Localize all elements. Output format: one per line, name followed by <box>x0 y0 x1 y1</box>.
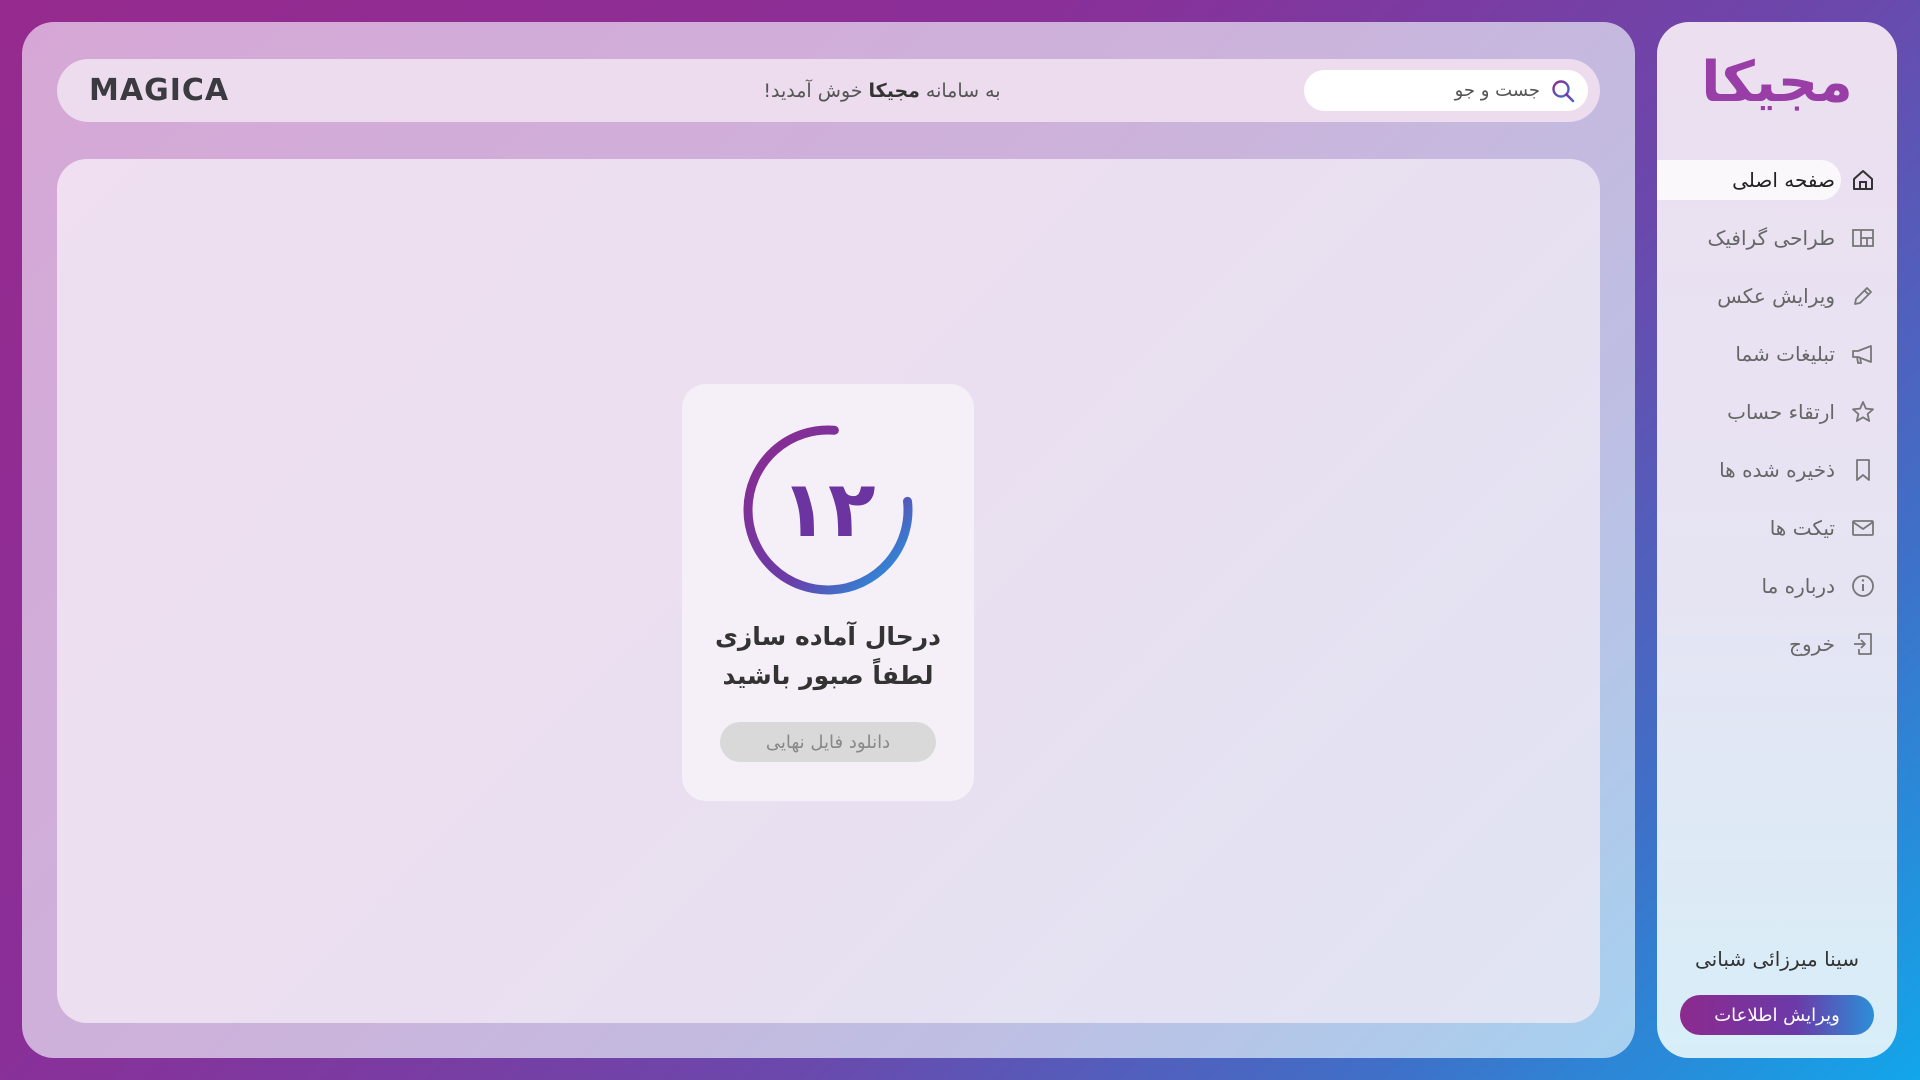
logout-icon <box>1854 633 1872 655</box>
sidebar-item-home[interactable]: صفحه اصلی <box>1657 158 1897 202</box>
welcome-suffix: خوش آمدید! <box>763 79 863 102</box>
top-bar: MAGICA به سامانه مجیکا خوش آمدید! <box>57 59 1600 122</box>
layout-icon <box>1852 229 1874 247</box>
mail-icon <box>1852 520 1874 536</box>
sidebar-item-label: درباره ما <box>1761 574 1835 598</box>
sidebar-item-label: تیکت ها <box>1769 516 1835 540</box>
progress-card: ۱۲ درحال آماده سازی لطفاً صبور باشید دان… <box>682 384 974 801</box>
search-box[interactable] <box>1304 70 1588 111</box>
bookmark-icon <box>1856 459 1870 481</box>
edit-profile-button[interactable]: ویرایش اطلاعات <box>1680 995 1874 1035</box>
home-icon <box>1853 170 1873 190</box>
sidebar: مجیکا صفحه اصلی طراحی گرافیک ویرایش عکس … <box>1657 22 1897 1058</box>
status-preparing: درحال آماده سازی <box>714 622 942 651</box>
sidebar-item-upgrade[interactable]: ارتقاء حساب <box>1657 390 1897 434</box>
sidebar-item-label: ارتقاء حساب <box>1727 400 1835 424</box>
countdown-number: ۱۲ <box>780 465 876 555</box>
sidebar-item-graphic-design[interactable]: طراحی گرافیک <box>1657 216 1897 260</box>
download-final-button[interactable]: دانلود فایل نهایی <box>720 722 936 762</box>
sidebar-item-label: طراحی گرافیک <box>1707 226 1835 250</box>
welcome-prefix: به سامانه <box>925 79 1001 102</box>
user-name: سینا میرزائی شبانی <box>1695 947 1859 971</box>
welcome-message: به سامانه مجیکا خوش آمدید! <box>657 59 1107 122</box>
sidebar-item-ads[interactable]: تبلیغات شما <box>1657 332 1897 376</box>
logo-text: MAGICA <box>89 72 230 108</box>
status-please-wait: لطفاً صبور باشید <box>722 661 934 690</box>
pencil-icon <box>1854 287 1872 305</box>
sidebar-item-saved[interactable]: ذخیره شده ها <box>1657 448 1897 492</box>
sidebar-item-label: صفحه اصلی <box>1732 168 1835 192</box>
sidebar-item-about[interactable]: درباره ما <box>1657 564 1897 608</box>
star-icon <box>1852 401 1874 422</box>
sidebar-item-photo-edit[interactable]: ویرایش عکس <box>1657 274 1897 318</box>
content-area: ۱۲ درحال آماده سازی لطفاً صبور باشید دان… <box>57 159 1600 1023</box>
sidebar-item-label: ذخیره شده ها <box>1719 458 1835 482</box>
sidebar-item-label: تبلیغات شما <box>1735 342 1835 366</box>
sidebar-item-label: ویرایش عکس <box>1717 284 1835 308</box>
magica-logo[interactable]: MAGICA <box>89 71 239 109</box>
main-panel: MAGICA به سامانه مجیکا خوش آمدید! جست و … <box>22 22 1635 1058</box>
sidebar-item-label: خروج <box>1789 632 1835 656</box>
sidebar-item-logout[interactable]: خروج <box>1657 622 1897 666</box>
search-input[interactable] <box>1338 79 1542 102</box>
brand-logo[interactable]: مجیکا <box>1657 50 1897 115</box>
megaphone-icon <box>1852 345 1872 364</box>
search-icon[interactable] <box>1550 78 1576 104</box>
info-icon <box>1852 575 1874 597</box>
sidebar-item-tickets[interactable]: تیکت ها <box>1657 506 1897 550</box>
welcome-brand: مجیکا <box>868 79 920 102</box>
